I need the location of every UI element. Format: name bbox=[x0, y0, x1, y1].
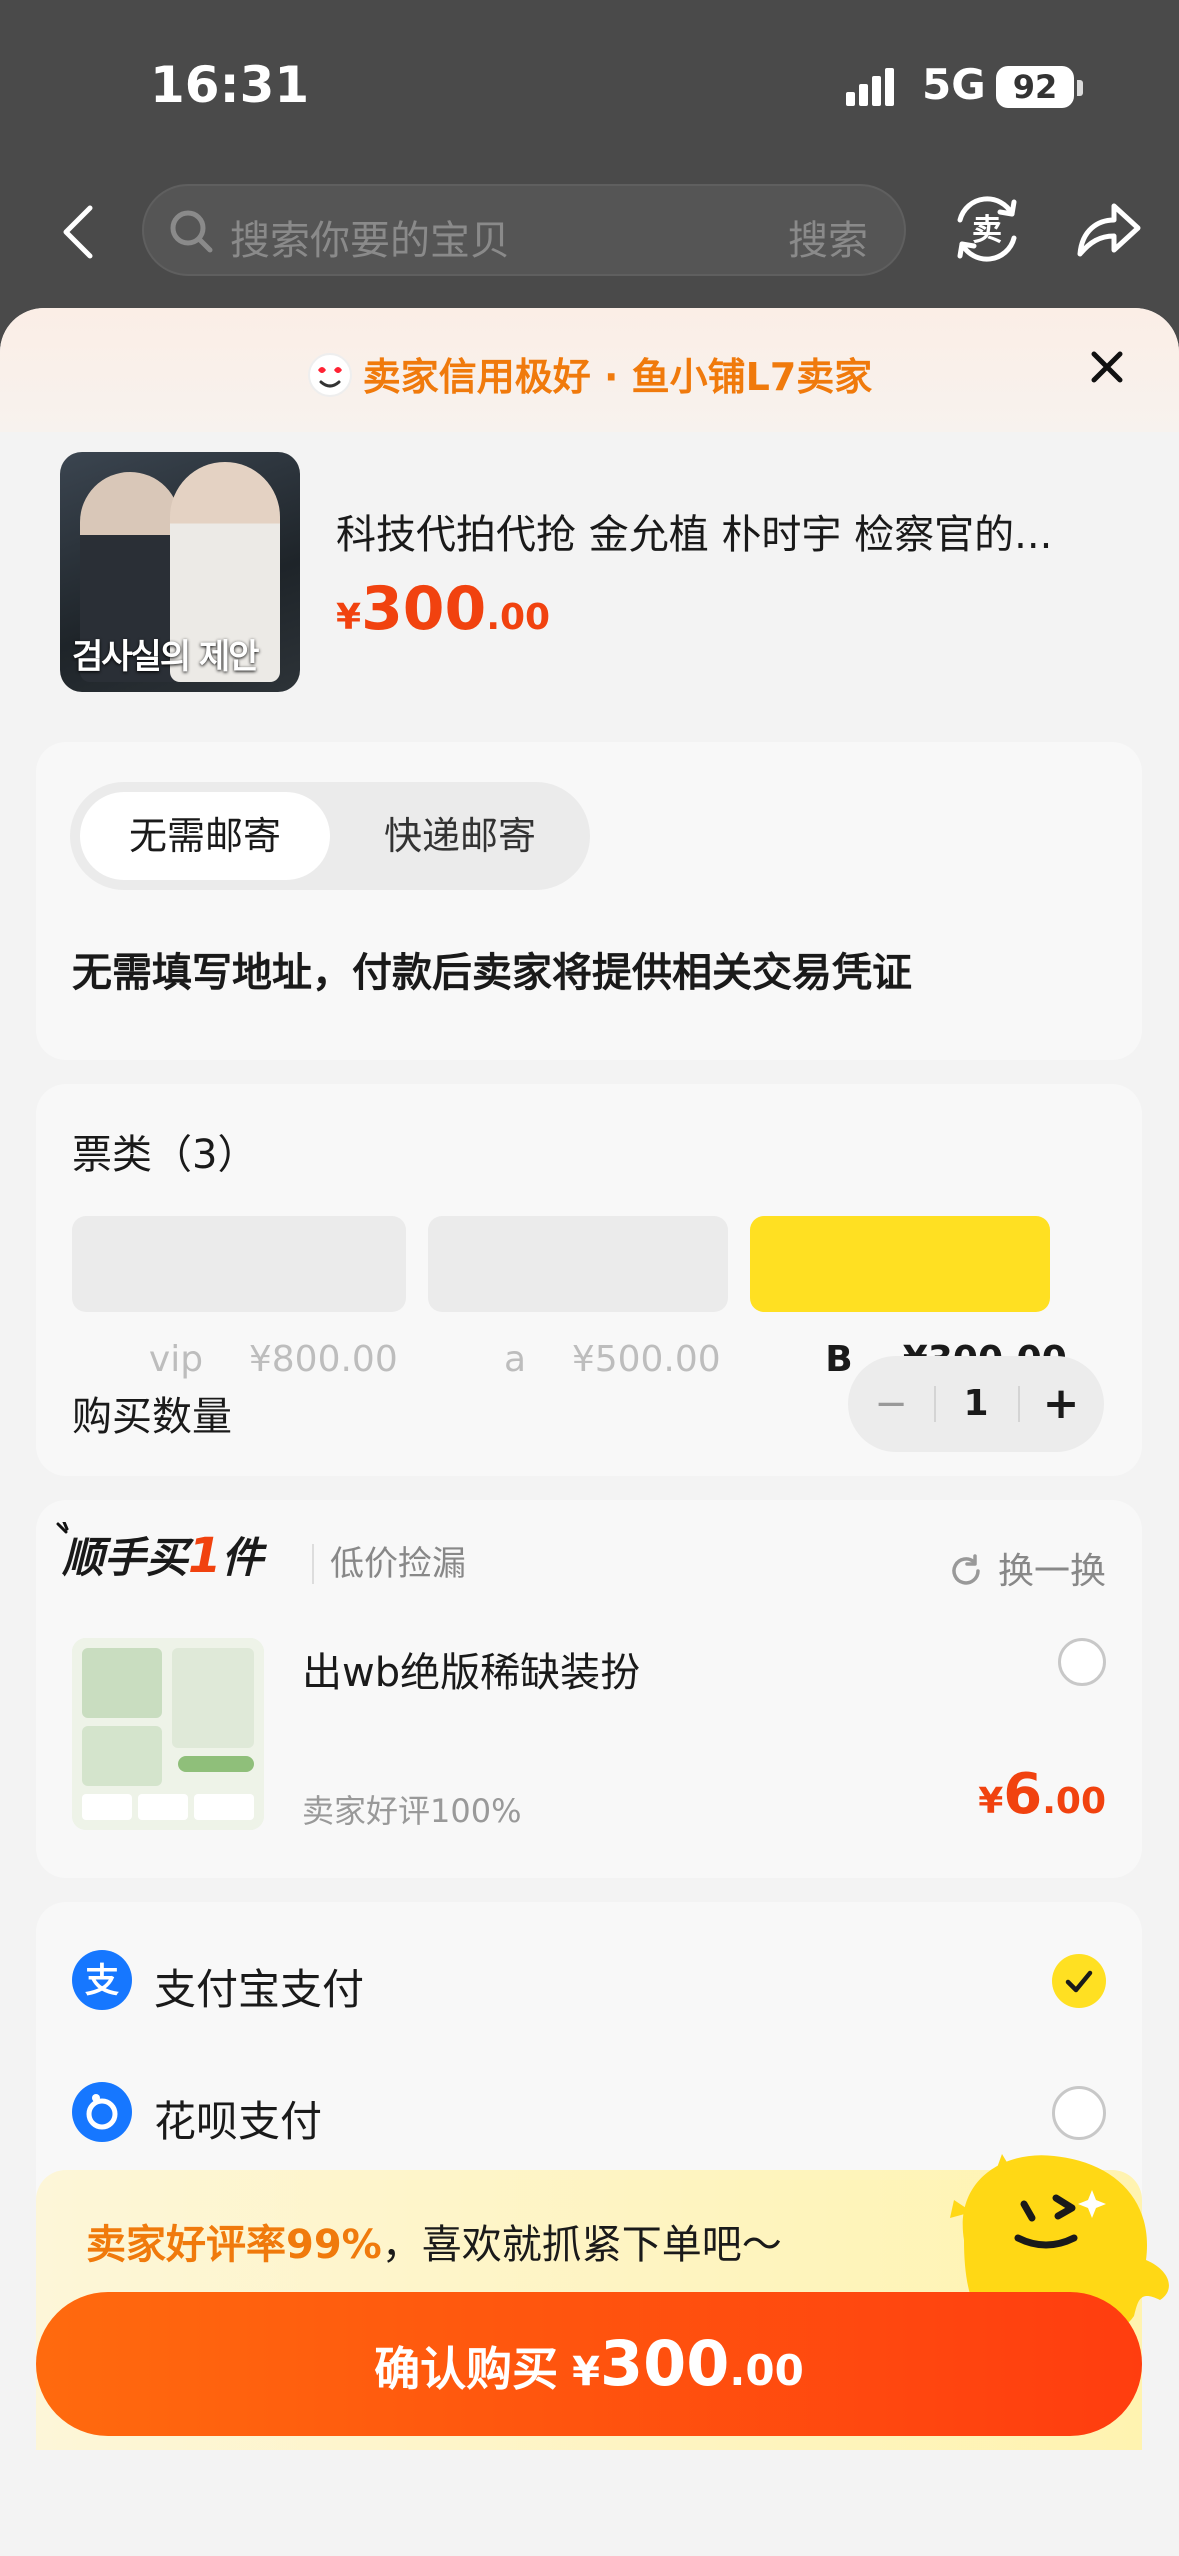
quantity-label: 购买数量 bbox=[72, 1394, 232, 1440]
huabei-icon bbox=[72, 2082, 132, 2142]
confirm-purchase-button[interactable]: 确认购买 ¥300.00 bbox=[36, 2292, 1142, 2436]
quantity-value: 1 bbox=[963, 1383, 989, 1424]
shipping-toggle: 无需邮寄 快递邮寄 bbox=[70, 782, 590, 890]
heart-eyes-icon bbox=[307, 353, 352, 397]
shipping-option-none[interactable]: 无需邮寄 bbox=[80, 792, 330, 880]
payment-radio[interactable] bbox=[1052, 2086, 1106, 2140]
shipping-note: 无需填写地址，付款后卖家将提供相关交易凭证 bbox=[72, 950, 912, 996]
banner-text: 卖家信用极好 · 鱼小铺L7卖家 bbox=[362, 355, 873, 399]
payment-label: 支付宝支付 bbox=[154, 1965, 365, 2014]
signal-icon bbox=[846, 68, 894, 106]
back-icon[interactable] bbox=[54, 202, 104, 262]
checkout-footer: 卖家好评率99%，喜欢就抓紧下单吧～ 确认购买 ¥300.00 bbox=[0, 2154, 1179, 2556]
close-icon[interactable] bbox=[1088, 348, 1126, 386]
addon-item-name: 出wb绝版稀缺装扮 bbox=[302, 1650, 641, 1696]
refresh-button[interactable]: 换一换 bbox=[948, 1542, 1106, 1594]
product-thumbnail: 검사실의 제안 bbox=[60, 452, 300, 692]
search-placeholder: 搜索你要的宝贝 bbox=[230, 218, 510, 264]
addon-seller-rating: 卖家好评100% bbox=[302, 1792, 522, 1830]
refresh-icon bbox=[952, 1554, 980, 1585]
selected-check-icon bbox=[1052, 1954, 1106, 2008]
ticket-option-vip[interactable]: vip ¥800.00 bbox=[72, 1216, 406, 1380]
share-icon[interactable] bbox=[1072, 194, 1144, 266]
payment-method-alipay[interactable]: 支 支付宝支付 bbox=[36, 1920, 1142, 2040]
network-label: 5G bbox=[922, 60, 986, 109]
ticket-type-label: 票类（3） bbox=[72, 1132, 258, 1178]
promo-text: 卖家好评率99%，喜欢就抓紧下单吧～ bbox=[86, 2222, 782, 2268]
status-time: 16:31 bbox=[150, 56, 310, 114]
shipping-card: 无需邮寄 快递邮寄 无需填写地址，付款后卖家将提供相关交易凭证 bbox=[36, 742, 1142, 1060]
addon-thumbnail bbox=[72, 1638, 264, 1830]
addon-subtitle: 低价捡漏 bbox=[312, 1544, 466, 1584]
status-bar: 16:31 5G 92 bbox=[0, 0, 1179, 170]
payment-label: 花呗支付 bbox=[154, 2097, 323, 2146]
product-price: ¥300.00 bbox=[336, 574, 551, 644]
seller-credit-banner: 卖家信用极好 · 鱼小铺L7卖家 bbox=[0, 308, 1179, 432]
battery-icon: 92 bbox=[996, 66, 1074, 108]
ticket-option-a[interactable]: a ¥500.00 bbox=[428, 1216, 728, 1380]
quantity-stepper: − 1 + bbox=[848, 1356, 1104, 1452]
battery-tip bbox=[1077, 80, 1083, 96]
nav-bar: 搜索你要的宝贝 搜索 卖 bbox=[0, 180, 1179, 280]
product-title: 科技代拍代抢 金允植 朴时宇 检察官的... bbox=[336, 512, 1053, 558]
decrement-button[interactable]: − bbox=[848, 1356, 934, 1452]
refresh-label: 换一换 bbox=[997, 1551, 1106, 1592]
search-icon bbox=[170, 210, 213, 253]
ticket-option-b[interactable]: B ¥300.00 bbox=[750, 1216, 1067, 1380]
svg-text:卖: 卖 bbox=[972, 213, 1002, 248]
addon-select-radio[interactable] bbox=[1058, 1638, 1106, 1686]
addon-card: 顺手买1件 低价捡漏 换一换 出wb绝版稀缺装扮 卖家好评100% ¥6.00 bbox=[36, 1500, 1142, 1878]
purchase-sheet: 卖家信用极好 · 鱼小铺L7卖家 검사실의 제안 科技代拍代抢 金允植 朴时宇 … bbox=[0, 308, 1179, 2556]
search-bar[interactable]: 搜索你要的宝贝 搜索 bbox=[142, 184, 906, 276]
svg-text:支: 支 bbox=[85, 1961, 119, 2001]
alipay-icon: 支 bbox=[72, 1950, 132, 2010]
product-summary: 검사실의 제안 科技代拍代抢 金允植 朴时宇 检察官的... ¥300.00 bbox=[60, 452, 1120, 694]
increment-button[interactable]: + bbox=[1018, 1356, 1104, 1452]
ticket-card: 票类（3） vip ¥800.00 a ¥500.00 B ¥300.00 购买… bbox=[36, 1084, 1142, 1476]
thumbnail-title: 검사실의 제안 bbox=[72, 637, 260, 677]
sell-icon[interactable]: 卖 bbox=[948, 190, 1026, 268]
addon-price: ¥6.00 bbox=[978, 1762, 1106, 1827]
shipping-option-express[interactable]: 快递邮寄 bbox=[340, 792, 580, 880]
addon-title: 顺手买1件 bbox=[62, 1528, 264, 1584]
search-button[interactable]: 搜索 bbox=[788, 208, 868, 266]
